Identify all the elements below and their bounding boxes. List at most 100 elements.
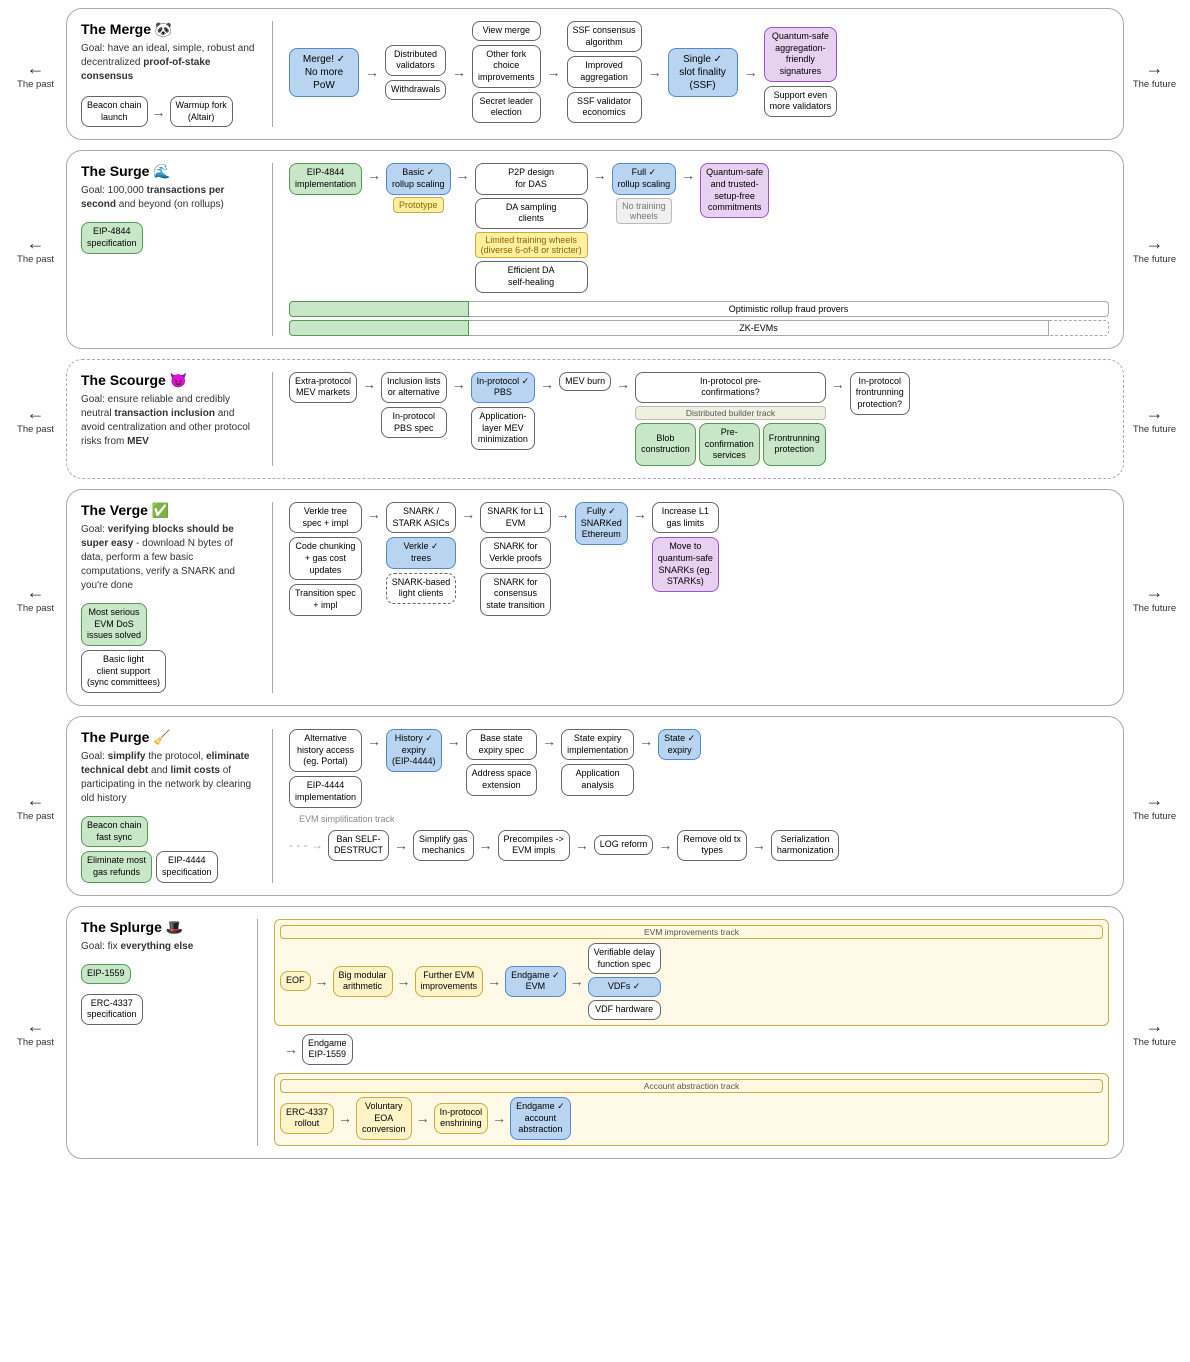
serialization-node: Serializationharmonization	[771, 830, 840, 861]
splurge-right-label: → The future	[1127, 1016, 1182, 1048]
zk-bar-dashed	[1049, 320, 1109, 336]
merge-divider	[272, 21, 273, 127]
purge-right-label: → The future	[1127, 790, 1182, 822]
scourge-divider	[272, 372, 273, 466]
surge-bars: Optimistic rollup fraud provers ZK-EVMs	[289, 301, 1109, 336]
scourge-section: The Scourge 😈 Goal: ensure reliable and …	[66, 359, 1124, 479]
merge-content: Merge! ✓No morePoW → Distributedvalidato…	[289, 21, 1109, 127]
splurge-divider	[257, 919, 258, 1146]
vdf-spec-node: Verifiable delayfunction spec	[588, 943, 661, 974]
purge-title: The Purge 🧹	[81, 729, 256, 746]
da-sampling-node: DA samplingclients	[475, 198, 588, 229]
scourge-goal: Goal: ensure reliable and credibly neutr…	[81, 393, 256, 449]
blob-construction-node: Blobconstruction	[635, 423, 696, 466]
verge-left-label: ← The past	[8, 582, 63, 614]
quantum-safe-snarks-node: Move toquantum-safeSNARKs (eg.STARKs)	[652, 537, 719, 592]
zk-bar-text: ZK-EVMs	[469, 320, 1049, 336]
verge-divider	[272, 502, 273, 693]
endgame-account-node: Endgame ✓accountabstraction	[510, 1097, 571, 1140]
efficient-da-node: Efficient DAself-healing	[475, 261, 588, 292]
in-protocol-enshrining-node: In-protocolenshrining	[434, 1103, 489, 1134]
mev-burn-node: MEV burn	[559, 372, 611, 392]
surge-right-arrow: →	[1146, 233, 1164, 254]
verge-section-left: The Verge ✅ Goal: verifying blocks shoul…	[81, 502, 256, 693]
surge-content: EIP-4844implementation → Basic ✓rollup s…	[289, 163, 1109, 335]
splurge-section-left: The Splurge 🎩 Goal: fix everything else …	[81, 919, 241, 1146]
surge-title: The Surge 🌊	[81, 163, 256, 180]
single-slot-node: Single ✓slot finality(SSF)	[668, 48, 738, 97]
simplify-gas-node: Simplify gasmechanics	[413, 830, 474, 861]
surge-divider	[272, 163, 273, 335]
remove-old-tx-node: Remove old txtypes	[677, 830, 747, 861]
further-evm-node: Further EVMimprovements	[415, 966, 484, 997]
purge-divider	[272, 729, 273, 883]
zk-bar-left	[289, 320, 469, 336]
code-chunking-node: Code chunking+ gas costupdates	[289, 537, 362, 580]
splurge-section: The Splurge 🎩 Goal: fix everything else …	[66, 906, 1124, 1159]
frontrunning-protection-node: Frontrunningprotection	[763, 423, 826, 466]
purge-content: Alternativehistory access(eg. Portal) EI…	[289, 729, 1109, 883]
prototype-label: Prototype	[393, 197, 444, 213]
evm-dos-node: Most seriousEVM DoSissues solved	[81, 603, 147, 646]
scourge-title: The Scourge 😈	[81, 372, 256, 389]
purge-goal: Goal: simplify the protocol, eliminate t…	[81, 750, 256, 806]
history-expiry-node: History ✓expiry(EIP-4444)	[386, 729, 442, 772]
snark-stark-asics-node: SNARK /STARK ASICs	[386, 502, 457, 533]
merge-goal: Goal: have an ideal, simple, robust and …	[81, 42, 256, 84]
scourge-section-wrapper: ← The past The Scourge 😈 Goal: ensure re…	[8, 359, 1182, 479]
other-fork-node: Other forkchoiceimprovements	[472, 45, 541, 88]
big-modular-node: Big modulararithmetic	[333, 966, 393, 997]
basic-rollup-node: Basic ✓rollup scaling	[386, 163, 451, 194]
merge-node: Merge! ✓No morePoW	[289, 48, 359, 97]
splurge-left-label: ← The past	[8, 1016, 63, 1048]
secret-leader-node: Secret leaderelection	[472, 92, 541, 123]
vdf-hardware-node: VDF hardware	[588, 1000, 661, 1020]
scourge-content: Extra-protocolMEV markets → Inclusion li…	[289, 372, 1109, 466]
distributed-validators-node: Distributedvalidators	[385, 45, 446, 76]
in-protocol-frontrunning-node: In-protocolfrontrunningprotection?	[850, 372, 910, 415]
state-expiry-impl-node: State expiryimplementation	[561, 729, 634, 760]
snark-verkle-node: SNARK forVerkle proofs	[480, 537, 551, 568]
quantum-safe-commit-node: Quantum-safeand trusted-setup-freecommit…	[700, 163, 769, 218]
verge-section: The Verge ✅ Goal: verifying blocks shoul…	[66, 489, 1124, 706]
verge-title: The Verge ✅	[81, 502, 256, 519]
increase-l1-gas-node: Increase L1gas limits	[652, 502, 719, 533]
verge-right-label: → The future	[1127, 582, 1182, 614]
basic-light-client-node: Basic lightclient support(sync committee…	[81, 650, 166, 693]
withdrawals-node: Withdrawals	[385, 80, 446, 100]
endgame-eip1559-node: EndgameEIP-1559	[302, 1034, 353, 1065]
eip4444-impl-node: EIP-4444implementation	[289, 776, 362, 807]
eip4444-spec-node: EIP-4444specification	[156, 851, 218, 882]
eip4844-spec-node: EIP-4844specification	[81, 222, 143, 253]
merge-right-label: → The future	[1127, 58, 1182, 90]
alt-history-access-node: Alternativehistory access(eg. Portal)	[289, 729, 362, 772]
in-protocol-preconf-node: In-protocol pre-confirmations?	[635, 372, 826, 403]
merge-section-left: The Merge 🐼 Goal: have an ideal, simple,…	[81, 21, 256, 127]
fully-snarked-node: Fully ✓SNARKedEthereum	[575, 502, 628, 545]
optimistic-bar-text: Optimistic rollup fraud provers	[469, 301, 1109, 317]
surge-section: The Surge 🌊 Goal: 100,000 transactions p…	[66, 150, 1124, 348]
voluntary-eoa-node: VoluntaryEOAconversion	[356, 1097, 412, 1140]
full-rollup-node: Full ✓rollup scaling	[612, 163, 677, 194]
snark-consensus-node: SNARK forconsensusstate transition	[480, 573, 551, 616]
verkle-tree-spec-node: Verkle treespec + impl	[289, 502, 362, 533]
merge-section-wrapper: ← The past The Merge 🐼 Goal: have an ide…	[8, 8, 1182, 140]
quantum-safe-agg-node: Quantum-safeaggregation-friendlysignatur…	[764, 27, 838, 82]
no-training-label: No trainingwheels	[616, 198, 672, 224]
application-analysis-node: Applicationanalysis	[561, 764, 634, 795]
surge-section-left: The Surge 🌊 Goal: 100,000 transactions p…	[81, 163, 256, 335]
purge-section-wrapper: ← The past The Purge 🧹 Goal: simplify th…	[8, 716, 1182, 896]
in-protocol-pbs-node: In-protocol ✓PBS	[471, 372, 536, 403]
verge-goal: Goal: verifying blocks should be super e…	[81, 523, 256, 593]
state-expiry-node: State ✓expiry	[658, 729, 701, 760]
merge-left-label: ← The past	[8, 58, 63, 90]
improved-aggregation-node: Improvedaggregation	[567, 56, 642, 87]
base-state-spec-node: Base stateexpiry spec	[466, 729, 538, 760]
verge-section-wrapper: ← The past The Verge ✅ Goal: verifying b…	[8, 489, 1182, 706]
warmup-fork-node: Warmup fork(Altair)	[170, 96, 233, 127]
eip1559-node: EIP-1559	[81, 964, 131, 984]
inclusion-lists-node: Inclusion listsor alternative	[381, 372, 447, 403]
verge-content: Verkle treespec + impl Code chunking+ ga…	[289, 502, 1109, 693]
merge-section: The Merge 🐼 Goal: have an ideal, simple,…	[66, 8, 1124, 140]
splurge-title: The Splurge 🎩	[81, 919, 241, 936]
